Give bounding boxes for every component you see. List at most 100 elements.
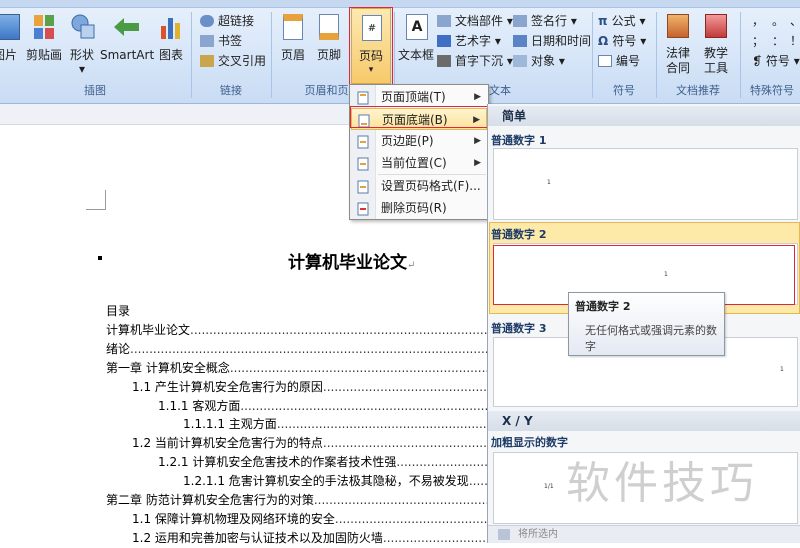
toc-leader-dots: ........................................…: [276, 417, 487, 432]
page-number-menu: 页面顶端(T) ▶ 页面底端(B) ▶ 页边距(P) ▶ 当前位置(C) ▶ 设置页码格式(F)…: [349, 84, 489, 220]
group-label-links: 链接: [220, 84, 242, 97]
document-title: 计算机毕业论文↵: [288, 253, 416, 273]
toc-leader-dots: ........................................…: [334, 511, 487, 526]
gallery-item-plain-number-1[interactable]: 1: [493, 148, 798, 220]
gallery-item-label-2: 普通数字 2: [491, 228, 547, 241]
date-time-button[interactable]: 日期和时间: [513, 32, 591, 50]
toc-leader-dots: ........................................…: [322, 379, 487, 394]
cross-reference-icon: [200, 55, 214, 67]
chart-icon: [159, 14, 185, 40]
format-page-number-icon: [356, 179, 370, 194]
signature-line-button[interactable]: 签名行 ▾: [513, 12, 577, 30]
clipart-button[interactable]: 剪贴画: [24, 12, 64, 72]
symbol-button[interactable]: Ω 符号 ▾: [598, 32, 646, 50]
cross-reference-button[interactable]: 交叉引用: [200, 52, 266, 70]
equation-button[interactable]: π 公式 ▾: [598, 12, 646, 30]
gallery-item-label-3: 普通数字 3: [491, 322, 547, 335]
toc-leader-dots: ........................................…: [190, 322, 487, 337]
toc-leader-dots: ........................................…: [130, 341, 487, 356]
margin-corner-mark: [86, 190, 106, 210]
paragraph-marker: [98, 256, 102, 260]
special-symbol-period[interactable]: 。: [772, 12, 784, 30]
toc-leader-dots: ........................................…: [229, 360, 487, 375]
toc-entry[interactable]: 1.1 保障计算机物理及网络环境的安全.....................…: [132, 510, 487, 529]
drop-cap-icon: [437, 55, 451, 67]
gallery-section-simple: 简单: [488, 106, 800, 126]
submenu-arrow-icon: ▶: [474, 158, 481, 168]
numbering-button[interactable]: 编号: [598, 52, 640, 70]
law-contract-button[interactable]: 法律 合同: [660, 12, 696, 78]
numbering-icon: [598, 55, 612, 67]
toc-entry[interactable]: 1.1.1 客观方面..............................…: [158, 397, 487, 416]
toc-leader-dots: ........................................…: [313, 493, 487, 507]
toc-leader-dots: ........................................…: [240, 398, 487, 413]
clipart-icon: [33, 14, 55, 40]
smartart-icon: [114, 16, 140, 38]
signature-icon: [513, 15, 527, 27]
special-symbol-colon[interactable]: ：: [772, 32, 784, 50]
law-contract-icon: [667, 14, 689, 38]
menu-item-current-position[interactable]: 当前位置(C) ▶: [351, 152, 487, 174]
wordart-button[interactable]: 艺术字 ▾: [437, 32, 501, 50]
special-symbol-more-button[interactable]: ❡ 符号 ▾: [752, 52, 800, 70]
gallery-footer[interactable]: 将所选内: [488, 525, 800, 543]
calendar-icon: [513, 35, 527, 47]
smartart-button[interactable]: SmartArt: [100, 12, 154, 72]
paragraph-mark-icon: ↵: [407, 260, 416, 271]
chart-button[interactable]: 图表: [154, 12, 188, 72]
footer-icon: [319, 14, 339, 40]
teaching-tools-button[interactable]: 教学 工具: [698, 12, 734, 78]
shapes-button[interactable]: 形状 ▾: [66, 12, 98, 76]
header-label: 页眉: [280, 48, 305, 62]
toc-entry[interactable]: 目录: [106, 302, 487, 321]
preview-page-number-xy: 1/1: [544, 483, 554, 490]
toc-leader-dots: ........................................…: [322, 436, 487, 451]
toc-entry[interactable]: 绪论......................................…: [106, 340, 487, 359]
object-icon: [513, 55, 527, 67]
bookmark-button[interactable]: 书签: [200, 32, 242, 50]
shapes-label: 形状 ▾: [69, 48, 94, 76]
toc-entry[interactable]: 1.1 产生计算机安全危害行为的原因......................…: [132, 378, 487, 397]
remove-page-number-icon: [356, 201, 370, 216]
header-button[interactable]: 页眉: [276, 12, 310, 72]
menu-item-page-top[interactable]: 页面顶端(T) ▶: [351, 86, 487, 108]
toc-leader-dots: ........................................…: [468, 474, 487, 489]
annotation-box-page-number: [349, 7, 393, 87]
toc-entry[interactable]: 1.2.1.1 危害计算机安全的手法极其隐秘，不易被发现............…: [183, 472, 487, 491]
toc-entry[interactable]: 1.2 运用和完善加密与认证技术以及加固防火墙.................…: [132, 529, 487, 548]
page-top-icon: [356, 90, 370, 105]
picture-icon: [0, 14, 20, 40]
menu-item-page-margin[interactable]: 页边距(P) ▶: [351, 130, 487, 152]
hyperlink-button[interactable]: 超链接: [200, 12, 254, 30]
special-symbol-dunhao[interactable]: 、: [790, 12, 800, 30]
picture-button[interactable]: 图片: [0, 12, 20, 72]
toc-entry[interactable]: 第一章 计算机安全概念.............................…: [106, 359, 487, 378]
omega-icon: Ω: [598, 34, 613, 48]
save-selection-icon: [498, 529, 510, 540]
object-button[interactable]: 对象 ▾: [513, 52, 565, 70]
special-symbol-exclaim[interactable]: ！: [790, 32, 800, 50]
special-symbol-semicolon[interactable]: ；: [752, 32, 764, 50]
group-label-symbols: 符号: [613, 84, 635, 97]
toc-entry[interactable]: 第二章 防范计算机安全危害行为的对策......................…: [106, 491, 487, 510]
annotation-box-page-bottom: [350, 106, 497, 128]
footer-button[interactable]: 页脚: [312, 12, 346, 72]
submenu-arrow-icon: ▶: [474, 92, 481, 102]
menu-item-remove-page-number[interactable]: 删除页码(R): [351, 197, 487, 219]
toc-entry[interactable]: 计算机毕业论文.................................…: [106, 321, 487, 340]
shapes-icon: [71, 14, 95, 40]
drop-cap-button[interactable]: 首字下沉 ▾: [437, 52, 513, 70]
toc-entry[interactable]: 1.2.1 计算机安全危害技术的作案者技术性强.................…: [158, 453, 487, 472]
textbox-button[interactable]: A 文本框: [397, 12, 435, 72]
group-label-special: 特殊符号: [750, 84, 794, 97]
toc-entry[interactable]: 1.1.1.1 主观方面............................…: [183, 415, 487, 434]
page-margin-icon: [356, 134, 370, 149]
wordart-icon: [437, 35, 451, 47]
group-label-recommend: 文档推荐: [676, 84, 720, 97]
gallery-tooltip: 普通数字 2 无任何格式或强调元素的数字: [568, 292, 725, 356]
bookmark-icon: [200, 35, 214, 47]
quick-parts-button[interactable]: 文档部件 ▾: [437, 12, 513, 30]
special-symbol-comma[interactable]: ，: [752, 12, 764, 30]
menu-item-format-page-number[interactable]: 设置页码格式(F)...: [351, 175, 487, 197]
toc-entry[interactable]: 1.2 当前计算机安全危害行为的特点......................…: [132, 434, 487, 453]
